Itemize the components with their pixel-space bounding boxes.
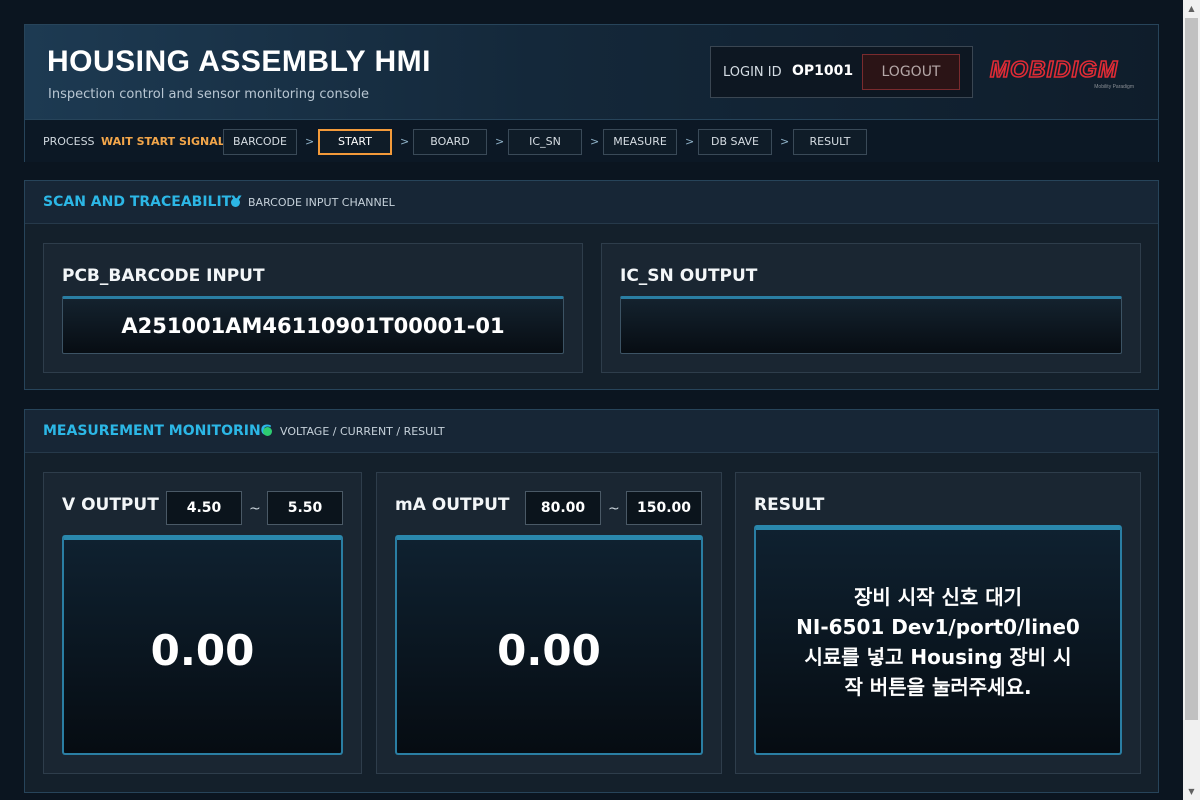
app-title: HOUSING ASSEMBLY HMI xyxy=(47,45,431,78)
result-line: 장비 시작 신호 대기 xyxy=(853,585,1023,609)
scroll-up-icon[interactable]: ▲ xyxy=(1183,0,1200,17)
scan-panel-header: SCAN AND TRACEABILITY BARCODE INPUT CHAN… xyxy=(25,181,1158,224)
ma-output-value: 0.00 xyxy=(497,626,601,675)
step-arrow: > xyxy=(495,135,505,148)
v-min-input[interactable]: 4.50 xyxy=(166,491,242,525)
step-arrow: > xyxy=(400,135,410,148)
login-box: LOGIN ID OP1001 LOGOUT xyxy=(710,46,973,98)
login-id-label: LOGIN ID xyxy=(723,65,782,80)
pcb-barcode-input[interactable]: A251001AM46110901T00001-01 xyxy=(62,296,564,354)
ic-sn-label: IC_SN OUTPUT xyxy=(620,266,758,286)
v-max-input[interactable]: 5.50 xyxy=(267,491,343,525)
step-arrow: > xyxy=(780,135,790,148)
process-status: WAIT START SIGNAL xyxy=(101,135,225,148)
pcb-barcode-label: PCB_BARCODE INPUT xyxy=(62,266,265,286)
range-separator: ~ xyxy=(608,501,620,517)
ic-sn-card: IC_SN OUTPUT xyxy=(601,243,1141,373)
mobidigm-logo: MOBIDIGM Mobility Paradigm xyxy=(989,55,1134,90)
step-result[interactable]: RESULT xyxy=(793,129,867,155)
logout-button[interactable]: LOGOUT xyxy=(862,54,960,90)
ic-sn-output-field[interactable] xyxy=(620,296,1122,354)
ma-output-card: mA OUTPUT 80.00 ~ 150.00 0.00 xyxy=(376,472,722,774)
measure-panel-subtitle: VOLTAGE / CURRENT / RESULT xyxy=(280,425,445,438)
logo-text: MOBIDIGM xyxy=(990,56,1118,82)
step-start[interactable]: START xyxy=(318,129,392,155)
scan-panel-title: SCAN AND TRACEABILITY xyxy=(43,194,242,210)
measure-panel-header: MEASUREMENT MONITORING VOLTAGE / CURRENT… xyxy=(25,410,1158,453)
result-message: 장비 시작 신호 대기 NI-6501 Dev1/port0/line0 시료를… xyxy=(776,582,1100,702)
result-display: 장비 시작 신호 대기 NI-6501 Dev1/port0/line0 시료를… xyxy=(754,525,1122,755)
process-bar: PROCESS WAIT START SIGNAL BARCODE > STAR… xyxy=(25,119,1158,162)
ma-max-input[interactable]: 150.00 xyxy=(626,491,702,525)
scan-panel: SCAN AND TRACEABILITY BARCODE INPUT CHAN… xyxy=(24,180,1159,390)
step-barcode[interactable]: BARCODE xyxy=(223,129,297,155)
result-line: NI-6501 Dev1/port0/line0 xyxy=(796,615,1080,639)
ma-min-input[interactable]: 80.00 xyxy=(525,491,601,525)
v-output-display: 0.00 xyxy=(62,535,343,755)
ma-output-display: 0.00 xyxy=(395,535,703,755)
v-output-label: V OUTPUT xyxy=(62,495,159,515)
process-label: PROCESS xyxy=(43,135,95,148)
status-dot-icon xyxy=(231,198,240,207)
result-card: RESULT 장비 시작 신호 대기 NI-6501 Dev1/port0/li… xyxy=(735,472,1141,774)
step-db-save[interactable]: DB SAVE xyxy=(698,129,772,155)
result-line: 작 버튼을 눌러주세요. xyxy=(844,675,1032,699)
scrollbar-thumb[interactable] xyxy=(1185,18,1198,720)
step-measure[interactable]: MEASURE xyxy=(603,129,677,155)
step-arrow: > xyxy=(305,135,315,148)
step-board[interactable]: BOARD xyxy=(413,129,487,155)
step-ic-sn[interactable]: IC_SN xyxy=(508,129,582,155)
result-label: RESULT xyxy=(754,495,825,515)
status-dot-icon xyxy=(263,427,272,436)
v-output-card: V OUTPUT 4.50 ~ 5.50 0.00 xyxy=(43,472,362,774)
range-separator: ~ xyxy=(249,501,261,517)
ma-output-label: mA OUTPUT xyxy=(395,495,510,515)
app-subtitle: Inspection control and sensor monitoring… xyxy=(48,87,370,102)
scan-panel-subtitle: BARCODE INPUT CHANNEL xyxy=(248,196,395,209)
measure-panel-title: MEASUREMENT MONITORING xyxy=(43,423,273,439)
step-arrow: > xyxy=(685,135,695,148)
header: HOUSING ASSEMBLY HMI Inspection control … xyxy=(24,24,1159,162)
scroll-down-icon[interactable]: ▼ xyxy=(1183,783,1200,800)
step-arrow: > xyxy=(590,135,600,148)
pcb-barcode-value: A251001AM46110901T00001-01 xyxy=(121,314,505,338)
vertical-scrollbar[interactable]: ▲ ▼ xyxy=(1183,0,1200,800)
login-id-value: OP1001 xyxy=(792,63,854,79)
v-output-value: 0.00 xyxy=(150,626,255,675)
logo-tagline: Mobility Paradigm xyxy=(1094,84,1134,90)
measure-panel: MEASUREMENT MONITORING VOLTAGE / CURRENT… xyxy=(24,409,1159,793)
pcb-barcode-card: PCB_BARCODE INPUT A251001AM46110901T0000… xyxy=(43,243,583,373)
result-line: 시료를 넣고 Housing 장비 시 xyxy=(804,645,1072,669)
